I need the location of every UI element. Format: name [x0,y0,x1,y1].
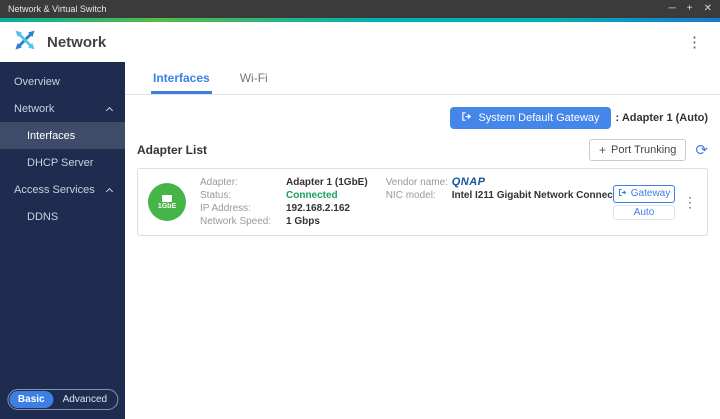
port-trunking-button[interactable]: + Port Trunking [588,139,687,161]
vendor-info-grid: Vendor name: QNAP NIC model: Intel I211 … [386,176,631,202]
status-label: Status: [200,190,232,201]
sidebar-group-access-services[interactable]: Access Services [0,176,125,203]
network-speed-label: Network Speed: [200,216,272,227]
window-titlebar: Network & Virtual Switch ─ + ✕ [0,0,720,18]
advanced-mode-button[interactable]: Advanced [54,391,116,408]
main-content: Interfaces Wi-Fi System Default Gateway … [125,62,720,419]
window-controls: ─ + ✕ [669,0,712,18]
body: Overview Network Interfaces DHCP Server … [0,62,720,419]
port-trunking-label: Port Trunking [611,144,677,156]
nic-1gbe-icon: 1GbE [148,183,186,221]
ip-address-value: 192.168.2.162 [286,203,350,214]
adapter-gateway-mode[interactable]: Auto [613,204,675,220]
gateway-icon [461,111,472,125]
qnap-logo: QNAP [451,176,486,188]
refresh-icon[interactable]: ⟳ [695,143,708,158]
adapter-card-body: Adapter: Adapter 1 (1GbE) Status: Connec… [186,176,631,228]
sidebar-item-label: Network [14,102,55,115]
tab-interfaces[interactable]: Interfaces [151,62,212,94]
adapter-list-header: Adapter List + Port Trunking ⟳ [125,135,720,168]
chevron-up-icon [105,187,114,195]
adapter-gateway-controls: Gateway Auto [613,184,675,220]
system-gateway-bar: System Default Gateway : Adapter 1 (Auto… [125,95,720,135]
maximize-icon[interactable]: + [687,0,693,18]
page-title: Network [47,33,107,51]
adapter-gateway-button[interactable]: Gateway [613,184,675,203]
network-app-icon [12,27,38,58]
tab-wifi[interactable]: Wi-Fi [238,62,270,94]
sidebar-item-label: Overview [14,75,60,88]
overflow-menu-icon[interactable]: ⋮ [681,33,708,51]
system-gateway-value: : Adapter 1 (Auto) [615,112,708,124]
close-icon[interactable]: ✕ [704,0,712,18]
chevron-up-icon [105,106,114,114]
tab-bar: Interfaces Wi-Fi [125,62,720,95]
app-header: Network ⋮ [0,22,720,62]
status-value: Connected [286,190,338,201]
sidebar: Overview Network Interfaces DHCP Server … [0,62,125,419]
sidebar-item-overview[interactable]: Overview [0,68,125,95]
mode-toggle: Basic Advanced [6,389,119,410]
network-speed-value: 1 Gbps [286,216,320,227]
sidebar-group-network[interactable]: Network [0,95,125,122]
sidebar-item-label: DHCP Server [27,156,94,169]
adapter-label: Adapter: [200,177,238,188]
nic-model-value: Intel I211 Gigabit Network Connection [451,190,632,201]
sidebar-item-label: Interfaces [27,129,76,142]
sidebar-item-ddns[interactable]: DDNS [0,203,125,230]
nic-port-glyph [162,194,172,202]
ip-address-label: IP Address: [200,203,251,214]
basic-mode-button[interactable]: Basic [8,391,54,408]
adapter-info-grid: Adapter: Adapter 1 (1GbE) Status: Connec… [200,176,368,228]
adapter-gateway-label: Gateway [630,188,671,199]
adapter-value: Adapter 1 (1GbE) [286,177,368,188]
adapter-list-title: Adapter List [137,143,208,157]
plus-icon: + [598,143,606,157]
nic-model-label: NIC model: [385,190,436,201]
window-title: Network & Virtual Switch [8,4,107,14]
nic-icon-label: 1GbE [157,202,177,210]
minimize-icon[interactable]: ─ [669,0,676,18]
gateway-icon [618,188,627,200]
sidebar-item-label: DDNS [27,210,59,223]
system-default-gateway-label: System Default Gateway [478,112,600,124]
adapter-menu-icon[interactable]: ⋮ [683,194,697,211]
adapter-card: 1GbE Adapter: Adapter 1 (1GbE) Status: C… [137,168,708,236]
system-default-gateway-button[interactable]: System Default Gateway [450,107,611,129]
sidebar-item-interfaces[interactable]: Interfaces [0,122,125,149]
app-window: Network & Virtual Switch ─ + ✕ Network ⋮ [0,0,720,419]
sidebar-item-label: Access Services [14,183,95,196]
sidebar-item-dhcp-server[interactable]: DHCP Server [0,149,125,176]
vendor-name-label: Vendor name: [385,177,448,188]
